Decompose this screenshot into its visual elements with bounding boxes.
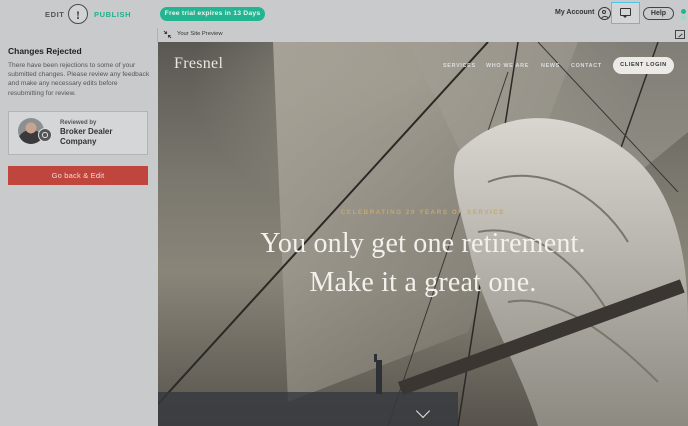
user-icon[interactable] bbox=[598, 7, 611, 20]
nav-news[interactable]: NEWS bbox=[541, 63, 560, 69]
edit-tab[interactable]: EDIT bbox=[45, 10, 64, 19]
my-account-link[interactable]: My Account bbox=[555, 9, 594, 16]
publish-tab[interactable]: PUBLISH bbox=[94, 10, 131, 19]
help-button[interactable]: Help bbox=[643, 7, 674, 20]
reviewer-name: Broker Dealer Company bbox=[60, 127, 113, 146]
site-logo[interactable]: Fresnel bbox=[174, 55, 223, 73]
status-icon bbox=[681, 9, 687, 20]
nav-who-we-are[interactable]: WHO WE ARE bbox=[486, 63, 529, 69]
review-panel: Changes Rejected There have been rejecti… bbox=[0, 28, 157, 426]
preview-label: Your Site Preview bbox=[177, 31, 223, 37]
panel-title: Changes Rejected bbox=[8, 46, 82, 56]
alert-icon[interactable]: ! bbox=[68, 4, 88, 24]
client-login-button[interactable]: CLIENT LOGIN bbox=[613, 57, 674, 74]
hero-headline-line1: You only get one retirement. bbox=[260, 228, 586, 259]
preview-header: Your Site Preview bbox=[157, 28, 688, 42]
top-toolbar: EDIT ! PUBLISH Free trial expires in 13 … bbox=[0, 0, 688, 28]
trial-badge[interactable]: Free trial expires in 13 Days bbox=[160, 7, 265, 21]
hero-tagline: CELEBRATING 20 YEARS OF SERVICE bbox=[340, 209, 506, 216]
site-preview[interactable]: Fresnel SERVICES WHO WE ARE NEWS CONTACT… bbox=[158, 42, 688, 426]
shrink-icon[interactable] bbox=[163, 30, 172, 39]
go-back-edit-button[interactable]: Go back & Edit bbox=[8, 166, 148, 185]
reviewer-badge-icon bbox=[38, 128, 52, 142]
expand-icon[interactable] bbox=[675, 30, 685, 39]
chat-icon[interactable] bbox=[611, 2, 640, 24]
reviewer-card: Reviewed by Broker Dealer Company bbox=[8, 111, 148, 155]
reviewed-by-label: Reviewed by bbox=[60, 120, 97, 126]
rejection-message: There have been rejections to some of yo… bbox=[8, 62, 150, 97]
nav-services[interactable]: SERVICES bbox=[443, 63, 476, 69]
nav-contact[interactable]: CONTACT bbox=[571, 63, 602, 69]
alert-glyph: ! bbox=[76, 8, 80, 22]
hero-headline-line2: Make it a great one. bbox=[309, 267, 537, 298]
